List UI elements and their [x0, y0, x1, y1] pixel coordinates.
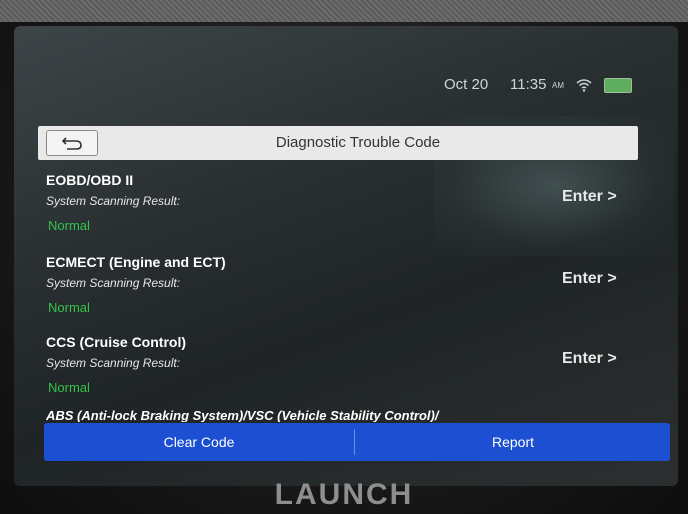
enter-button-ccs[interactable]: Enter > [562, 350, 617, 368]
system-name: EOBD/OBD II [46, 172, 134, 188]
system-list: EOBD/OBD II System Scanning Result: Norm… [38, 164, 638, 426]
list-item-ccs: CCS (Cruise Control) System Scanning Res… [38, 326, 638, 404]
battery-icon [604, 78, 632, 93]
scan-status: Normal [48, 218, 90, 233]
page-title: Diagnostic Trouble Code [275, 134, 441, 151]
status-bar: Oct 20 11:35 AM [24, 72, 644, 100]
enter-button-ecmect[interactable]: Enter > [562, 270, 617, 288]
list-item-ecmect: ECMECT (Engine and ECT) System Scanning … [38, 246, 638, 324]
status-time: 11:35 [510, 76, 547, 93]
report-button[interactable]: Report [356, 423, 670, 461]
scan-result-label: System Scanning Result: [46, 356, 181, 370]
clear-code-button[interactable]: Clear Code [44, 423, 354, 461]
device-bezel [0, 0, 688, 22]
launch-logo: LAUNCH [274, 478, 414, 511]
wifi-icon [576, 79, 592, 92]
enter-button-eobd[interactable]: Enter > [562, 188, 617, 206]
list-item-abs-partial[interactable]: ABS (Anti-lock Braking System)/VSC (Vehi… [46, 408, 606, 422]
action-bar: Clear Code Report [44, 423, 670, 461]
scan-status: Normal [48, 300, 90, 315]
status-date: Oct 20 [444, 76, 489, 93]
scan-result-label: System Scanning Result: [46, 276, 181, 290]
scan-result-label: System Scanning Result: [46, 194, 181, 208]
system-name: ECMECT (Engine and ECT) [46, 254, 226, 270]
diagnostic-device: Oct 20 11:35 AM Diagnostic Trouble Code … [0, 0, 688, 514]
system-name: CCS (Cruise Control) [46, 334, 186, 350]
list-item-eobd: EOBD/OBD II System Scanning Result: Norm… [38, 164, 638, 242]
scan-status: Normal [48, 380, 90, 395]
status-ampm: AM [552, 81, 564, 90]
title-bar: Diagnostic Trouble Code [38, 126, 638, 160]
action-divider [354, 429, 355, 455]
